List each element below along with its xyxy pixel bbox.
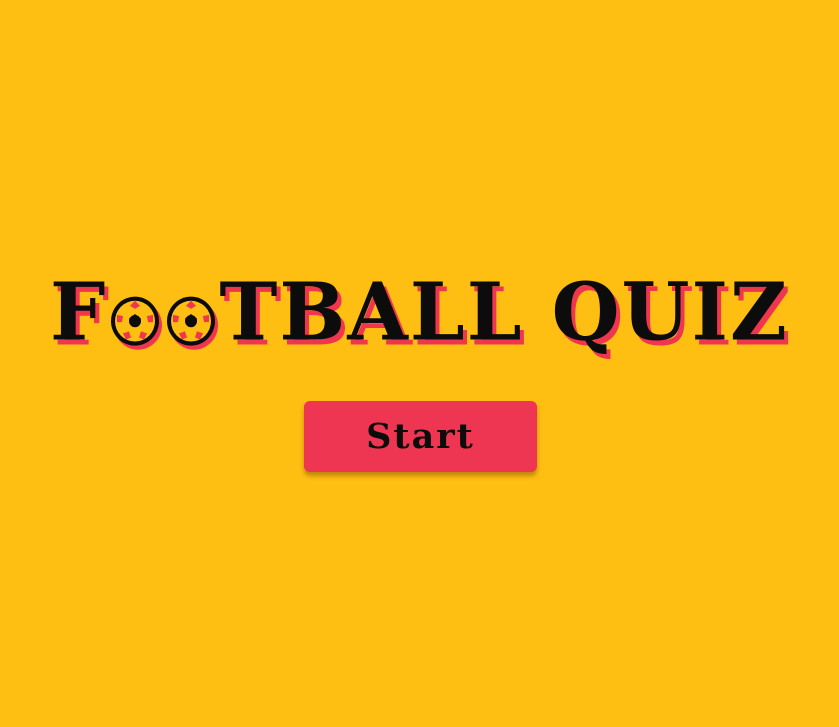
title-letters-tball: TBALL	[219, 266, 524, 359]
title-word-quiz: QUIZ	[551, 266, 789, 359]
soccer-ball-icon	[165, 295, 219, 350]
game-title: F TBALL QUIZ	[0, 262, 839, 353]
soccer-ball-icon	[109, 295, 163, 350]
title-letter-f: F	[50, 266, 108, 359]
title-word-football: F TBALL QUIZ	[50, 273, 789, 353]
start-button[interactable]: Start	[304, 401, 537, 472]
